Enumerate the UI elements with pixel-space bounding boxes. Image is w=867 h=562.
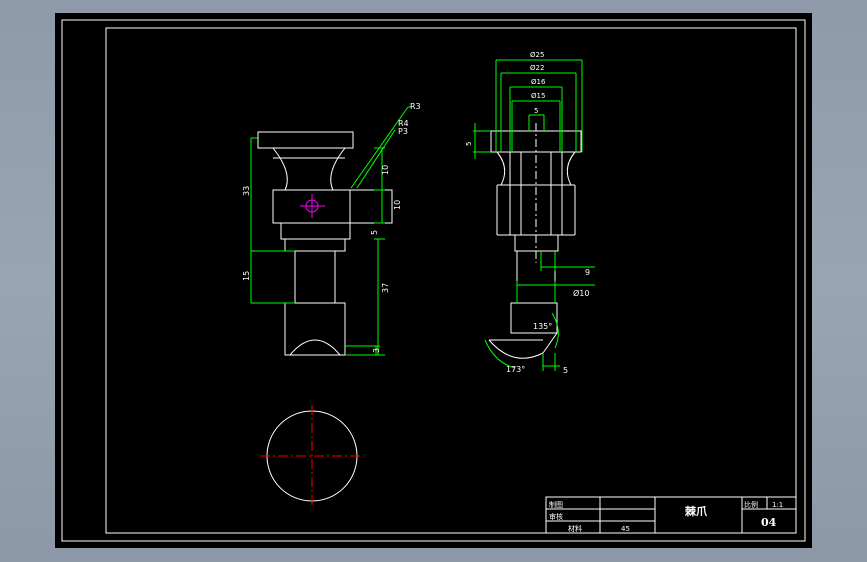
cad-drawing: R3 R4 P3 33 15 10 10 5 37 3 Ø25 Ø22 Ø16 … [61,19,806,542]
dim-33: 33 [242,186,251,196]
dim-d10: Ø10 [573,288,589,298]
drawing-canvas: R3 R4 P3 33 15 10 10 5 37 3 Ø25 Ø22 Ø16 … [55,13,812,548]
title-block-drawn: 制图 [549,500,563,509]
title-block-material-value: 45 [621,525,630,533]
top-view [260,405,364,507]
title-block-material-label: 材料 [568,524,582,533]
title-block-part-name: 棘爪 [685,504,708,518]
title-block-scale-label: 比例 [744,500,758,509]
dim-d16: Ø16 [531,78,546,86]
title-block: 制图 审核 材料 45 棘爪 比例 1:1 04 [545,496,797,534]
inner-border [105,27,797,534]
dim-w5b: 5 [563,366,568,375]
dim-w5: 5 [534,107,538,115]
drawing-frame [61,19,806,542]
dim-h5: 5 [465,142,473,146]
dim-d15: Ø15 [531,92,545,100]
title-block-checked: 审核 [549,512,563,521]
outer-border [61,19,806,542]
dim-15: 15 [242,271,251,281]
front-view-dimensions [250,106,411,356]
dim-135: 135° [533,322,552,331]
dim-37: 37 [381,283,390,293]
dim-10a: 10 [381,165,390,175]
title-block-drawing-no: 04 [761,516,777,529]
dim-10b: 10 [393,200,402,210]
dim-5: 5 [370,230,379,235]
dim-r3: R3 [410,102,421,111]
dim-173: 173° [506,365,525,374]
dim-p3: P3 [398,127,408,136]
title-block-scale-value: 1:1 [772,501,783,509]
top-view-centerlines [260,405,364,507]
front-view: R3 R4 P3 33 15 10 10 5 37 3 [242,102,421,356]
pin-hole-center-mark [300,194,325,218]
dim-9: 9 [585,268,590,277]
dim-d22: Ø22 [530,64,544,72]
dim-d25: Ø25 [530,51,544,59]
dim-3: 3 [372,348,381,353]
side-view: Ø25 Ø22 Ø16 Ø15 5 5 9 Ø10 135° 173° 5 [465,51,595,375]
